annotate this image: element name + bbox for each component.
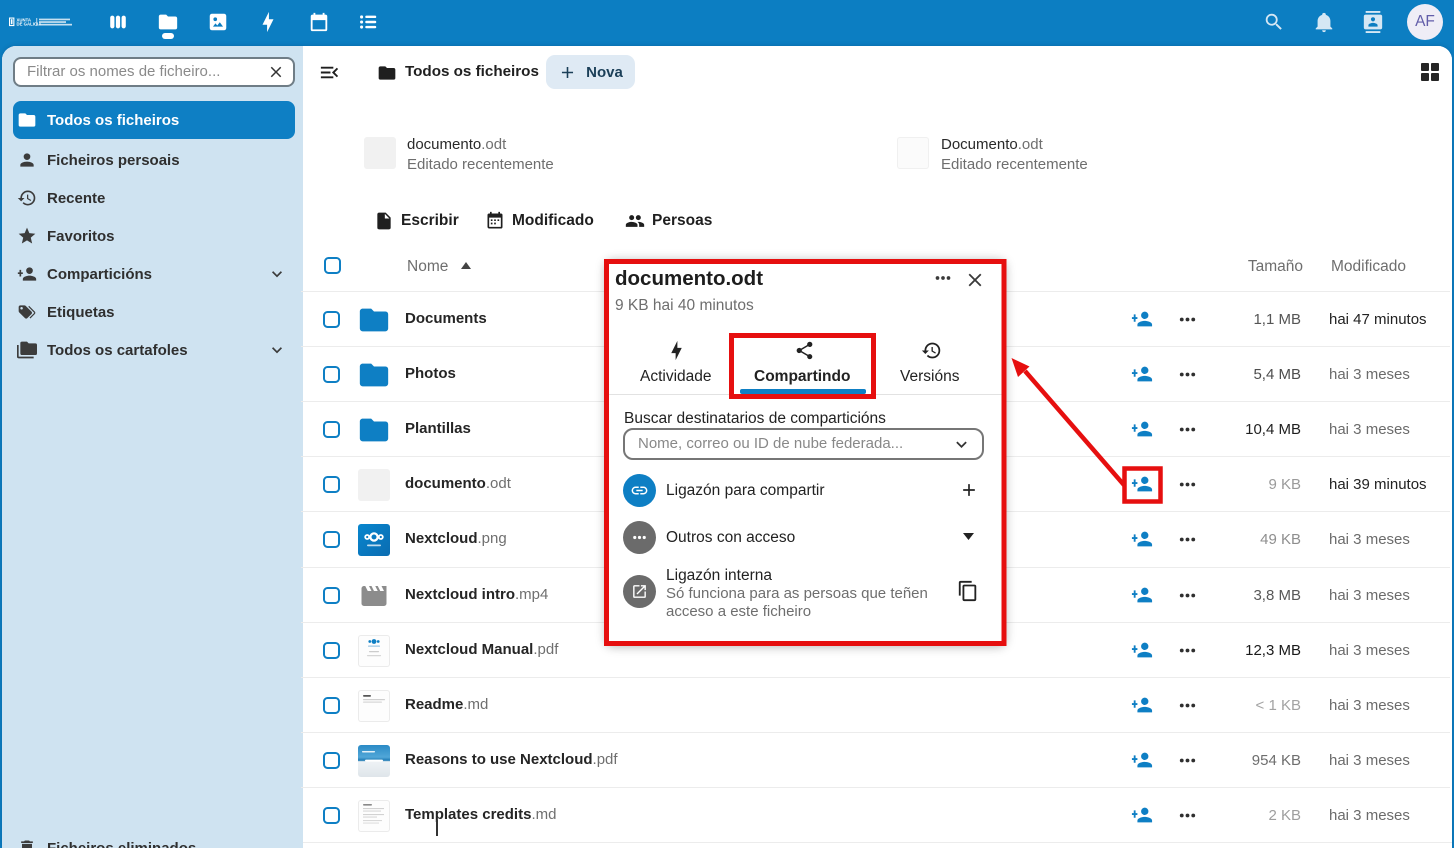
svg-text:DE GALICIA: DE GALICIA bbox=[17, 22, 42, 27]
